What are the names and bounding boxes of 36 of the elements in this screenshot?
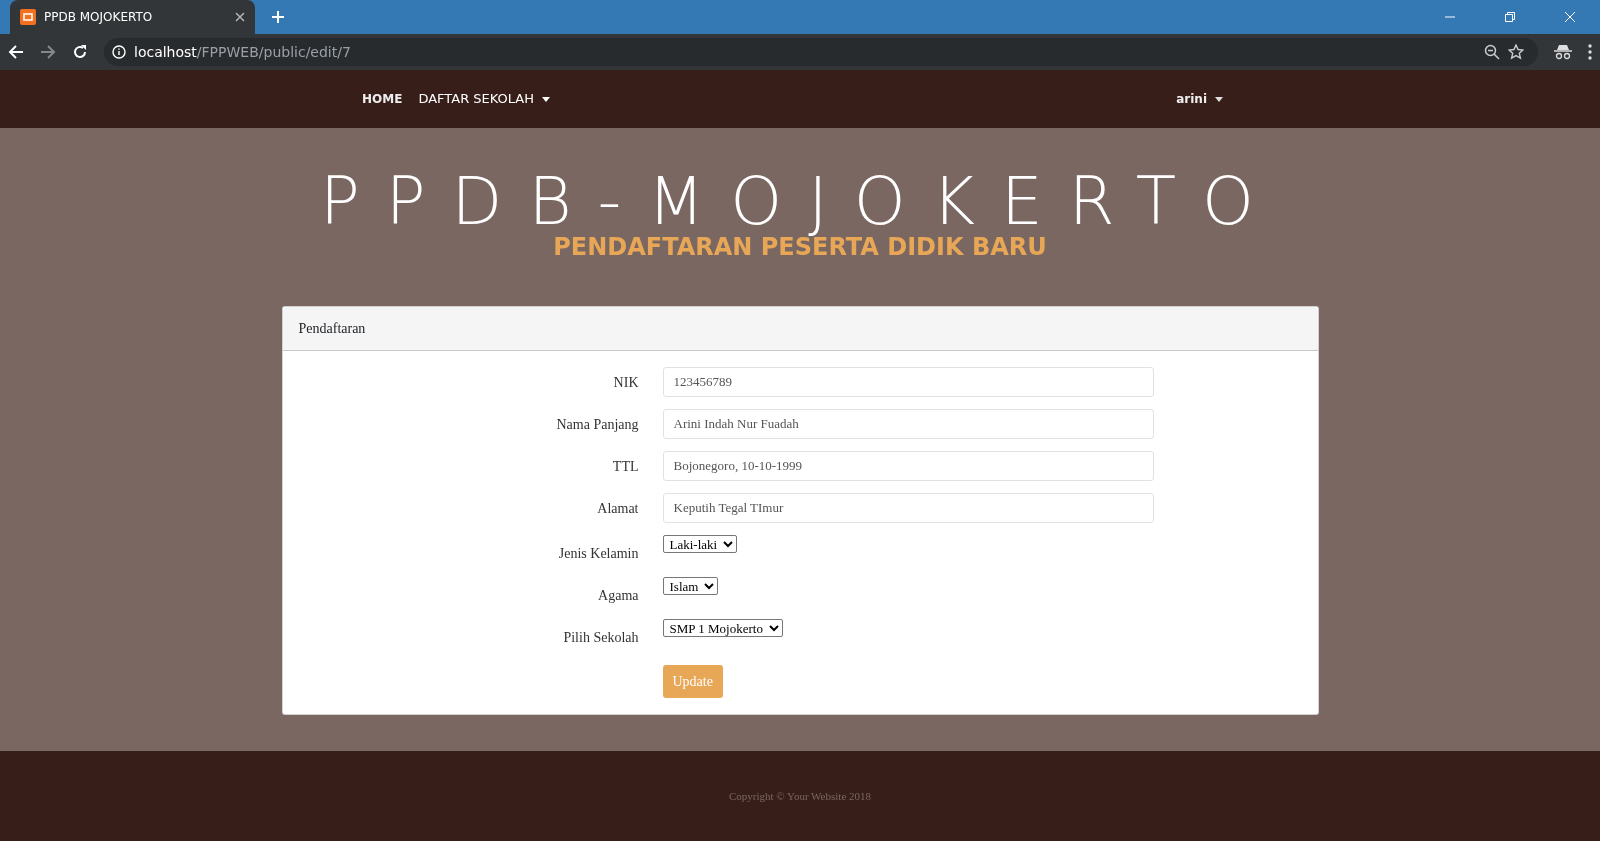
nav-dropdown[interactable]: DAFTAR SEKOLAH <box>418 89 551 109</box>
field-label: Alamat <box>596 500 639 518</box>
restore-icon[interactable] <box>1504 11 1516 23</box>
more-menu-icon[interactable] <box>1588 44 1592 60</box>
new-tab-icon[interactable] <box>271 10 285 24</box>
select-dropdown[interactable]: SMP 1 Mojokerto <box>662 619 783 637</box>
user-dropdown[interactable]: arini <box>1176 90 1223 108</box>
text-field[interactable]: 123456789 <box>662 367 1154 397</box>
copyright-text: Copyright © Your Website 2018 <box>729 788 871 804</box>
app-logo-icon <box>20 9 36 25</box>
forward-icon[interactable] <box>40 44 56 60</box>
caret-icon <box>542 96 551 102</box>
star-icon[interactable] <box>1508 44 1524 60</box>
info-icon <box>112 45 126 59</box>
field-label: TTL <box>611 458 639 476</box>
text-field[interactable]: Arini Indah Nur Fuadah <box>662 409 1154 439</box>
reload-icon[interactable] <box>72 44 88 60</box>
field-label: Nama Panjang <box>555 416 639 434</box>
text-field[interactable]: Bojonegoro, 10-10-1999 <box>662 451 1154 481</box>
browser-tab[interactable]: PPDB MOJOKERTO <box>10 0 255 34</box>
select-dropdown[interactable]: Islam <box>662 577 718 595</box>
site-title: PPDB-MOJOKERTO <box>319 169 1281 235</box>
text-field[interactable]: Keputih Tegal TImur <box>662 493 1154 523</box>
field-label: Jenis Kelamin <box>557 545 639 563</box>
field-label: Pilih Sekolah <box>562 629 639 647</box>
back-icon[interactable] <box>8 44 24 60</box>
close-icon[interactable] <box>235 12 245 22</box>
caret-icon <box>1215 96 1223 102</box>
zoom-out-icon[interactable] <box>1484 44 1500 60</box>
field-label: Agama <box>597 587 639 605</box>
incognito-icon[interactable] <box>1554 44 1572 60</box>
nav-link[interactable]: HOME <box>362 90 403 108</box>
tab-title: PPDB MOJOKERTO <box>44 9 154 26</box>
select-dropdown[interactable]: Laki-laki <box>662 535 737 553</box>
card-header: Pendaftaran <box>282 307 1318 351</box>
field-label: NIK <box>612 374 639 392</box>
